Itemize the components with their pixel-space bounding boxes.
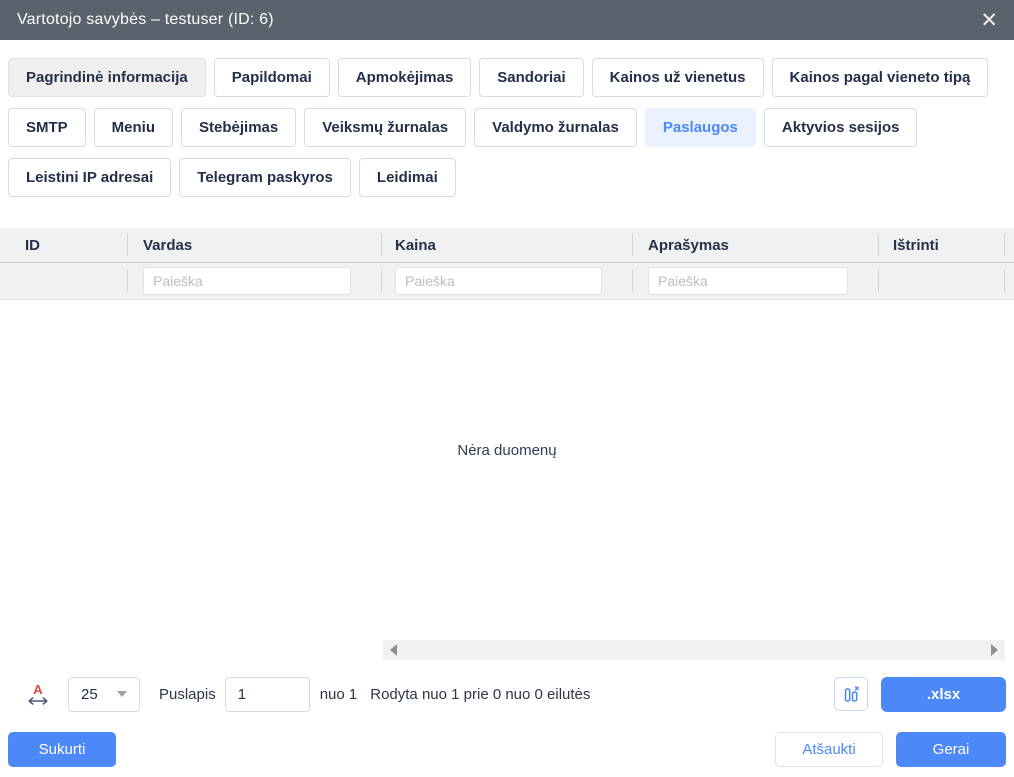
chevron-down-icon — [117, 691, 127, 697]
filter-cell-istrinti — [878, 263, 1004, 299]
tab-valdymo-zurnalas[interactable]: Valdymo žurnalas — [474, 108, 637, 147]
tab-row-2: SMTP Meniu Stebėjimas Veiksmų žurnalas V… — [8, 108, 1006, 147]
column-header-vardas[interactable]: Vardas — [127, 228, 381, 262]
tab-papildomai[interactable]: Papildomai — [213, 58, 330, 97]
tab-row-1: Pagrindinė informacija Papildomai Apmokė… — [8, 58, 1006, 97]
filter-vardas-input[interactable] — [143, 267, 351, 295]
tab-pagrindine-informacija[interactable]: Pagrindinė informacija — [8, 58, 206, 97]
modal-titlebar: Vartotojo savybės – testuser (ID: 6) ✕ — [0, 0, 1014, 40]
page-number-input[interactable] — [224, 676, 310, 712]
filter-cell-kaina — [381, 263, 632, 299]
page-label: Puslapis — [159, 685, 216, 703]
modal-title: Vartotojo savybės – testuser (ID: 6) — [17, 11, 274, 28]
filter-cell-filler — [1004, 263, 1014, 299]
tab-bar: Pagrindinė informacija Papildomai Apmokė… — [0, 40, 1014, 197]
table-filter-row — [0, 262, 1014, 300]
horizontal-scrollbar[interactable] — [383, 640, 1005, 660]
table-body: Nėra duomenų — [0, 300, 1014, 640]
page-size-select[interactable]: 25 — [68, 676, 140, 712]
tab-sandoriai[interactable]: Sandoriai — [479, 58, 584, 97]
column-visibility-button[interactable] — [834, 677, 868, 711]
tab-stebejimas[interactable]: Stebėjimas — [181, 108, 297, 147]
dialog-actions: Sukurti Atšaukti Gerai — [0, 732, 1014, 767]
tab-paslaugos[interactable]: Paslaugos — [644, 108, 756, 147]
scroll-right-arrow-icon[interactable] — [991, 644, 998, 656]
page-total-label: nuo 1 — [319, 685, 358, 703]
filter-cell-vardas — [127, 263, 381, 299]
filter-aprasymas-input[interactable] — [648, 267, 848, 295]
double-arrow-icon — [28, 696, 48, 705]
services-table: ID Vardas Kaina Aprašymas Ištrinti Nėra … — [0, 228, 1014, 640]
tab-leidimai[interactable]: Leidimai — [358, 158, 456, 197]
tab-telegram-paskyros[interactable]: Telegram paskyros — [179, 158, 351, 197]
autofit-columns-icon[interactable]: A — [26, 683, 50, 706]
tab-leistini-ip-adresai[interactable]: Leistini IP adresai — [8, 158, 172, 197]
close-icon[interactable]: ✕ — [980, 10, 998, 31]
filter-cell-aprasymas — [632, 263, 878, 299]
export-xlsx-button[interactable]: .xlsx — [881, 676, 1006, 712]
tab-row-3: Leistini IP adresai Telegram paskyros Le… — [8, 158, 1006, 197]
scroll-left-arrow-icon[interactable] — [390, 644, 397, 656]
table-header-row: ID Vardas Kaina Aprašymas Ištrinti — [0, 228, 1014, 262]
tab-apmokejimas[interactable]: Apmokėjimas — [337, 58, 472, 97]
column-header-aprasymas[interactable]: Aprašymas — [632, 228, 878, 262]
create-button[interactable]: Sukurti — [8, 732, 116, 767]
column-header-filler — [1004, 228, 1014, 262]
column-header-istrinti[interactable]: Ištrinti — [878, 228, 1004, 262]
tab-kainos-uz-vienetus[interactable]: Kainos už vienetus — [591, 58, 764, 97]
rows-summary-label: Rodyta nuo 1 prie 0 nuo 0 eilutės — [370, 685, 591, 703]
tab-kainos-pagal-vieneto-tipa[interactable]: Kainos pagal vieneto tipą — [771, 58, 989, 97]
cancel-button[interactable]: Atšaukti — [775, 732, 883, 767]
tab-veiksmu-zurnalas[interactable]: Veiksmų žurnalas — [304, 108, 467, 147]
columns-icon — [844, 685, 859, 702]
column-header-id[interactable]: ID — [0, 228, 127, 262]
pagination-bar: A 25 Puslapis nuo 1 Rodyta nuo 1 prie 0 … — [0, 674, 1014, 714]
column-header-kaina[interactable]: Kaina — [381, 228, 632, 262]
ok-button[interactable]: Gerai — [896, 732, 1006, 767]
tab-smtp[interactable]: SMTP — [8, 108, 86, 147]
empty-state-text: Nėra duomenų — [457, 441, 557, 459]
filter-cell-id — [0, 263, 127, 299]
tab-meniu[interactable]: Meniu — [93, 108, 174, 147]
page-size-value: 25 — [81, 685, 98, 703]
filter-kaina-input[interactable] — [395, 267, 602, 295]
tab-aktyvios-sesijos[interactable]: Aktyvios sesijos — [763, 108, 918, 147]
